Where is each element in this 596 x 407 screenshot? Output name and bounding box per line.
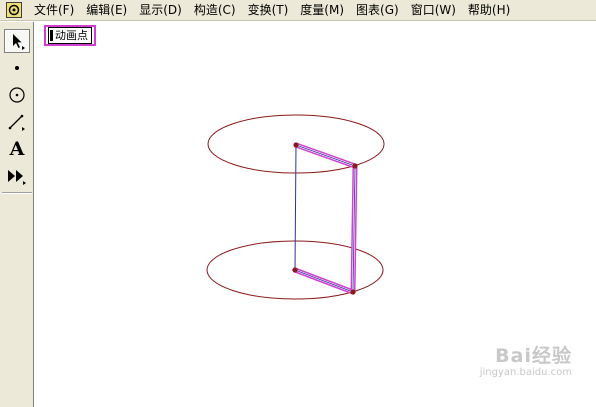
point-top-left[interactable] bbox=[293, 142, 299, 148]
left-segment[interactable] bbox=[294, 144, 297, 271]
highlighted-segments[interactable] bbox=[292, 142, 358, 295]
watermark-url: jingyan.baidu.com bbox=[479, 367, 572, 378]
watermark: Bai经验 jingyan.baidu.com bbox=[480, 341, 572, 378]
point-top-right[interactable] bbox=[352, 163, 358, 169]
watermark-brand: Bai经验 bbox=[495, 345, 572, 367]
point-bottom-right[interactable] bbox=[350, 289, 356, 295]
point-bottom-left[interactable] bbox=[292, 267, 298, 273]
